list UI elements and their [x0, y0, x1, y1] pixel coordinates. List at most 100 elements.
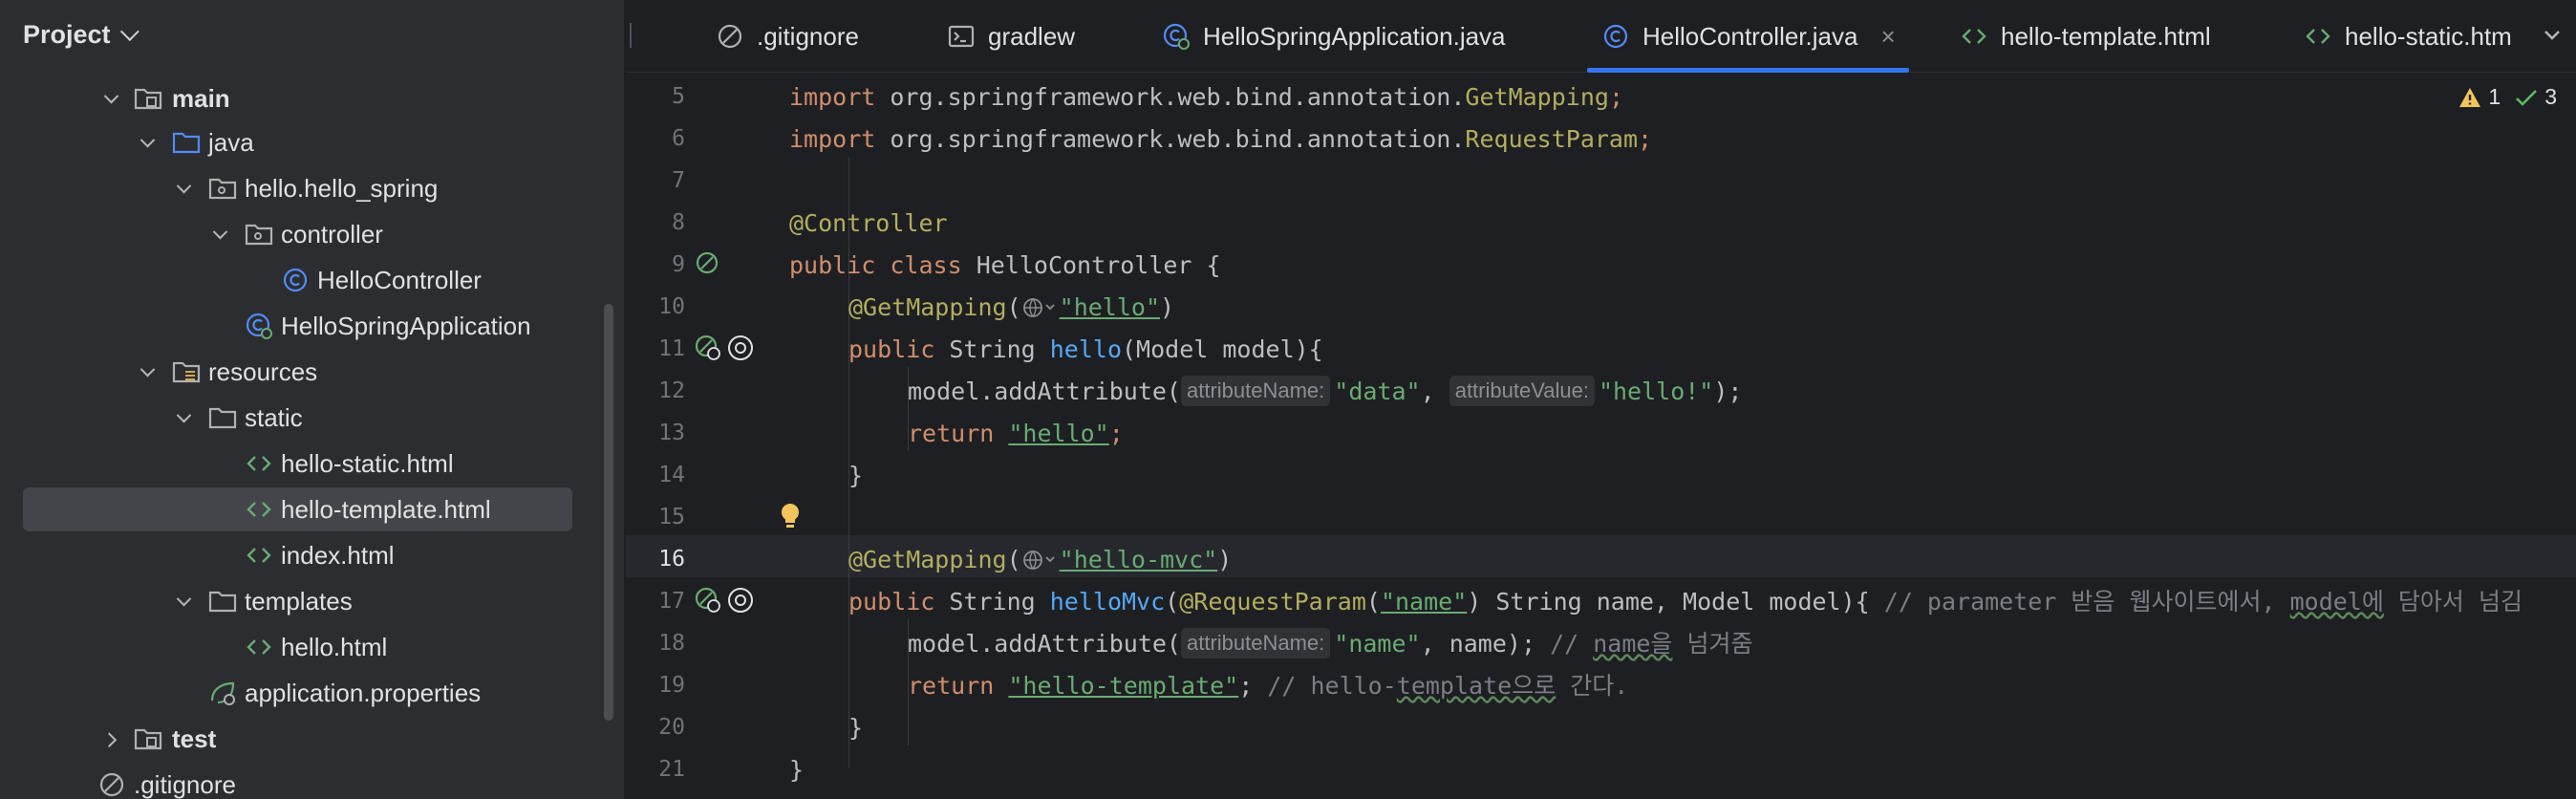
line-number: 6 — [672, 126, 685, 151]
tree-item-label: templates — [245, 587, 353, 615]
project-panel-scrollbar[interactable] — [604, 304, 613, 721]
spring-bean-icon[interactable] — [693, 248, 723, 279]
code-line-6: import org.springframework.web.bind.anno… — [789, 119, 1652, 161]
code-line-20: } — [848, 707, 863, 749]
tab-hellospringapplication-java[interactable]: HelloSpringApplication.java — [1161, 0, 1506, 73]
editor-gutter: 5 6 7 8 9 10 11 12 13 14 15 16 17 18 19 … — [626, 73, 800, 799]
line-number: 19 — [658, 673, 685, 698]
package-icon — [245, 224, 273, 246]
tree-item-label: test — [172, 724, 217, 753]
close-icon[interactable]: × — [1880, 22, 1895, 52]
statement-end: ); — [1713, 378, 1743, 405]
parameter-hint: attributeValue: — [1449, 376, 1595, 406]
line-number: 14 — [658, 463, 685, 487]
project-tree: main java hello.hello_spring controller … — [0, 0, 625, 799]
spring-properties-icon — [210, 681, 235, 705]
at-sign-icon[interactable] — [725, 333, 756, 363]
code-line-18: model.addAttribute(attributeName: "name",… — [908, 623, 1753, 665]
at-sign-icon[interactable] — [725, 585, 756, 615]
line-number: 8 — [672, 210, 685, 235]
method-name: hello — [1049, 335, 1122, 363]
globe-url-icon[interactable] — [1021, 293, 1060, 322]
tree-item-label: static — [245, 403, 303, 432]
code-line-11: public String hello(Model model){ — [848, 329, 1323, 371]
chevron-right-icon[interactable] — [97, 725, 124, 752]
paren: ( — [1006, 293, 1021, 321]
tree-item-application-properties[interactable]: application.properties — [23, 671, 572, 715]
tab-hellocontroller-java[interactable]: HelloController.java × — [1587, 0, 1909, 73]
code-line-16: @GetMapping("hello-mvc") — [848, 539, 1232, 581]
tree-item-hellospringapplication[interactable]: HelloSpringApplication — [23, 304, 572, 348]
tab-hello-static-html[interactable]: hello-static.htm — [2303, 0, 2542, 73]
tab-label: hello-template.html — [2001, 21, 2211, 51]
tree-item-main[interactable]: main — [23, 76, 572, 120]
chevron-down-icon[interactable] — [97, 85, 124, 112]
code-line-14: } — [848, 455, 863, 497]
closing-brace: } — [789, 756, 805, 784]
code-line-9: public class HelloController { — [789, 245, 1221, 287]
parameters: (Model model){ — [1122, 335, 1323, 363]
tree-item-controller[interactable]: controller — [23, 212, 572, 256]
code-line-8: @Controller — [789, 203, 948, 245]
test-folder-icon — [134, 728, 162, 750]
editor-tab-bar: .gitignore gradlew HelloSpringApplicatio… — [626, 0, 2576, 73]
folder-icon — [208, 407, 237, 429]
string-literal: "hello" — [1059, 293, 1160, 321]
tree-item-hellocontroller[interactable]: HelloController — [23, 258, 572, 302]
tree-item-label: HelloController — [317, 266, 482, 294]
project-tool-window: Project main java hello.hello_spring con… — [0, 0, 625, 799]
tree-item-hello-hello-spring[interactable]: hello.hello_spring — [23, 166, 572, 210]
chevron-down-icon[interactable] — [206, 221, 233, 248]
chevron-down-icon[interactable] — [134, 358, 161, 385]
tabs-dropdown-chevron-icon[interactable] — [2538, 21, 2566, 50]
imported-class: GetMapping — [1465, 83, 1609, 111]
line-number: 10 — [658, 294, 685, 319]
code-line-19: return "hello-template"; // hello-templa… — [908, 665, 1628, 707]
tree-item-test[interactable]: test — [23, 717, 572, 761]
tree-item-hello-static-html[interactable]: hello-static.html — [23, 442, 572, 486]
line-number: 16 — [658, 547, 685, 572]
spring-boot-class-icon — [1161, 21, 1191, 52]
tree-item-label: main — [172, 84, 230, 113]
tree-item-gitignore[interactable]: .gitignore — [23, 763, 572, 799]
chevron-down-icon[interactable] — [134, 129, 161, 156]
type: String — [934, 335, 1050, 363]
spring-request-mapping-icon[interactable] — [693, 585, 723, 615]
chevron-down-icon[interactable] — [170, 404, 197, 431]
code-area[interactable]: import org.springframework.web.bind.anno… — [789, 73, 2576, 799]
tree-item-hello-template-html[interactable]: hello-template.html — [23, 487, 572, 531]
chevron-down-icon[interactable] — [170, 588, 197, 615]
tree-item-label: resources — [208, 357, 318, 386]
paren: ( — [1165, 588, 1180, 615]
tree-item-static[interactable]: static — [23, 396, 572, 440]
tree-item-hello-html[interactable]: hello.html — [23, 625, 572, 669]
terminal-icon — [946, 21, 977, 52]
globe-url-icon[interactable] — [1021, 546, 1060, 574]
tree-item-java[interactable]: java — [23, 120, 572, 164]
tree-item-templates[interactable]: templates — [23, 579, 572, 623]
class-icon — [1600, 21, 1631, 52]
html-icon — [1959, 21, 1989, 52]
line-number: 9 — [672, 252, 685, 277]
chevron-down-icon[interactable] — [170, 175, 197, 202]
tree-item-resources[interactable]: resources — [23, 350, 572, 394]
spring-request-mapping-icon[interactable] — [693, 333, 723, 363]
tab-gradlew[interactable]: gradlew — [946, 0, 1075, 73]
gitignore-icon — [715, 21, 745, 52]
code-line-13: return "hello"; — [908, 413, 1124, 455]
line-number: 18 — [658, 631, 685, 656]
tab-label: gradlew — [988, 21, 1076, 51]
tree-item-index-html[interactable]: index.html — [23, 533, 572, 577]
parameter-hint: attributeName: — [1180, 376, 1331, 406]
line-number: 15 — [658, 505, 685, 529]
package-icon — [208, 178, 237, 200]
line-number: 7 — [672, 168, 685, 193]
comment: // — [1550, 630, 1594, 658]
tab-hello-template-html[interactable]: hello-template.html — [1959, 0, 2211, 73]
tab-gitignore[interactable]: .gitignore — [715, 0, 859, 73]
class-icon — [283, 268, 308, 292]
tree-item-label: index.html — [281, 541, 395, 570]
semicolon: ; — [1638, 125, 1653, 153]
code-editor: .gitignore gradlew HelloSpringApplicatio… — [626, 0, 2576, 799]
paren: ) — [1160, 293, 1175, 321]
